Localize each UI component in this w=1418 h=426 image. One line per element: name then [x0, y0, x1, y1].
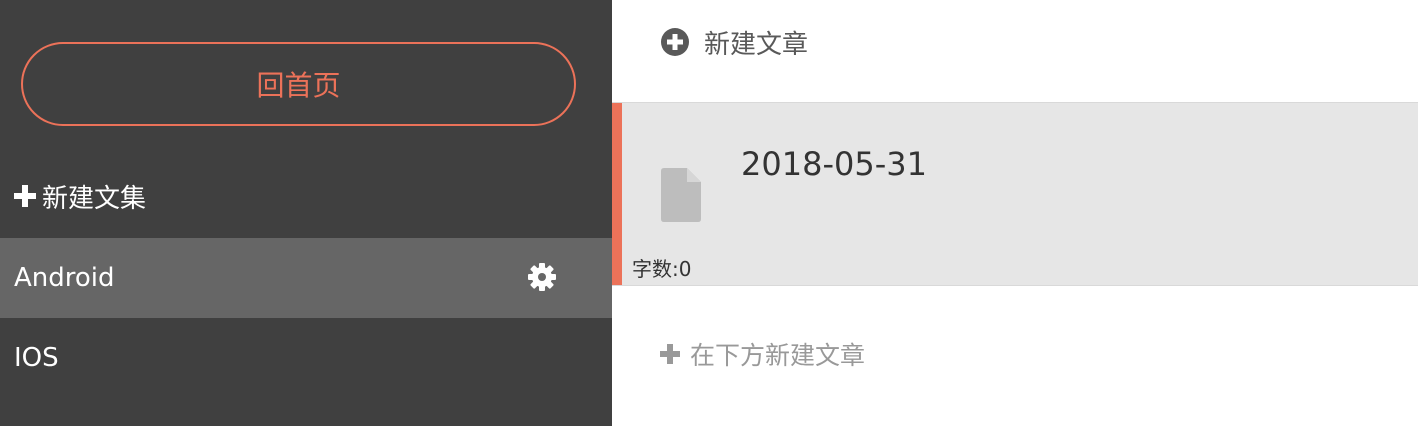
- notebook-item-label: Android: [14, 263, 115, 293]
- gear-icon[interactable]: [527, 262, 557, 292]
- document-icon: [661, 168, 701, 222]
- home-button-label: 回首页: [256, 69, 341, 102]
- active-article-indicator: [612, 103, 622, 285]
- home-button[interactable]: 回首页: [21, 42, 576, 126]
- circle-plus-icon: [661, 28, 689, 56]
- article-item[interactable]: 2018-05-31 字数:0: [612, 102, 1418, 286]
- plus-icon: [660, 344, 680, 364]
- article-list-panel: 新建文章 2018-05-31 字数:0 在下方新建文章: [612, 0, 1418, 426]
- add-article-below-button[interactable]: 在下方新建文章: [660, 336, 865, 372]
- article-title: 2018-05-31: [741, 145, 927, 183]
- new-notebook-button[interactable]: 新建文集: [14, 176, 146, 216]
- new-article-label: 新建文章: [704, 29, 809, 60]
- add-article-below-label: 在下方新建文章: [690, 341, 866, 370]
- word-count: 字数:0: [632, 257, 692, 281]
- notebook-item-ios[interactable]: IOS: [0, 318, 612, 398]
- new-notebook-label: 新建文集: [42, 183, 147, 214]
- new-article-button[interactable]: 新建文章: [660, 22, 808, 62]
- plus-icon: [14, 185, 36, 207]
- notebook-item-android[interactable]: Android: [0, 238, 612, 318]
- notebook-item-label: IOS: [14, 343, 59, 373]
- sidebar: 回首页 新建文集 Android IOS: [0, 0, 612, 426]
